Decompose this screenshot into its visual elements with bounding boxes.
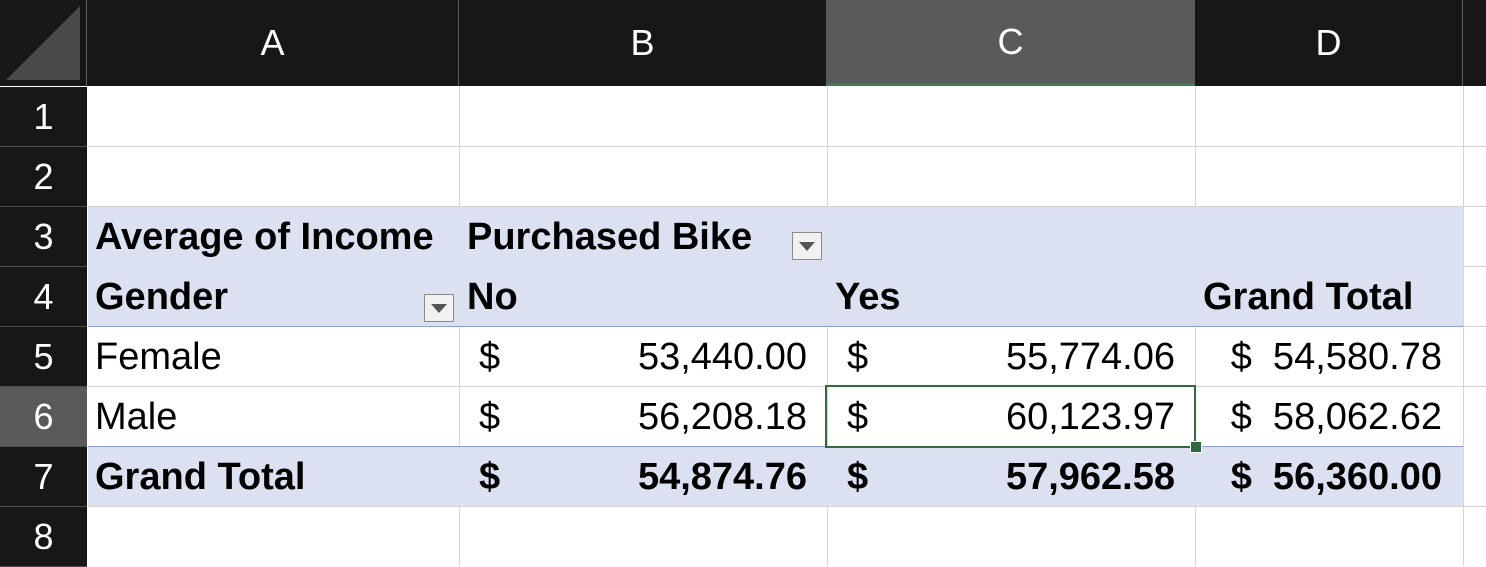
pivot-value-field-label[interactable]: Average of Income xyxy=(95,207,434,267)
row-header-7[interactable]: 7 xyxy=(0,447,87,507)
pivot-column-field-label[interactable]: Purchased Bike xyxy=(467,207,752,267)
gender-filter-dropdown[interactable] xyxy=(424,294,454,322)
row-header-1[interactable]: 1 xyxy=(0,87,87,147)
col-header-grand-total[interactable]: Grand Total xyxy=(1203,267,1413,327)
gridline xyxy=(827,507,828,566)
row-header-2[interactable]: 2 xyxy=(0,147,87,207)
grand-total-total-cell[interactable]: $ 56,360.00 xyxy=(1196,447,1442,507)
row-header-3[interactable]: 3 xyxy=(0,207,87,267)
value-cell[interactable]: 55,774.06 xyxy=(828,327,1175,387)
gridline xyxy=(459,507,460,566)
row-header-4[interactable]: 4 xyxy=(0,267,87,327)
pivot-row-field-label[interactable]: Gender xyxy=(95,267,228,327)
fill-handle[interactable] xyxy=(1190,441,1202,453)
row-header-6[interactable]: 6 xyxy=(0,387,87,447)
column-header-b[interactable]: B xyxy=(459,0,827,86)
row-header-8[interactable]: 8 xyxy=(0,507,87,567)
col-header-yes[interactable]: Yes xyxy=(835,267,901,327)
row-header-5[interactable]: 5 xyxy=(0,327,87,387)
grand-total-cell[interactable]: $ 58,062.62 xyxy=(1196,387,1442,447)
gridline xyxy=(88,146,1486,147)
column-header-e-partial[interactable] xyxy=(1463,0,1486,86)
gridline xyxy=(1463,326,1486,327)
gridline xyxy=(1195,507,1196,566)
total-value-cell[interactable]: 57,962.58 xyxy=(828,447,1175,507)
value-cell[interactable]: 56,208.18 xyxy=(460,387,807,447)
row-label-male[interactable]: Male xyxy=(95,387,177,447)
gridline xyxy=(1463,266,1486,267)
grand-total-cell[interactable]: $ 54,580.78 xyxy=(1196,327,1442,387)
column-header-d[interactable]: D xyxy=(1195,0,1463,86)
row-label-grand-total[interactable]: Grand Total xyxy=(95,447,305,507)
column-header-c[interactable]: C xyxy=(827,0,1195,86)
chevron-down-icon xyxy=(431,303,447,313)
row-label-female[interactable]: Female xyxy=(95,327,222,387)
chevron-down-icon xyxy=(799,241,815,251)
select-all-corner[interactable] xyxy=(0,0,87,86)
active-cell-selection[interactable] xyxy=(825,385,1196,448)
value-cell[interactable]: 53,440.00 xyxy=(460,327,807,387)
purchased-bike-filter-dropdown[interactable] xyxy=(792,232,822,260)
total-value-cell[interactable]: 54,874.76 xyxy=(460,447,807,507)
select-all-triangle-icon xyxy=(6,6,80,80)
column-header-a[interactable]: A xyxy=(87,0,459,86)
col-header-no[interactable]: No xyxy=(467,267,518,327)
